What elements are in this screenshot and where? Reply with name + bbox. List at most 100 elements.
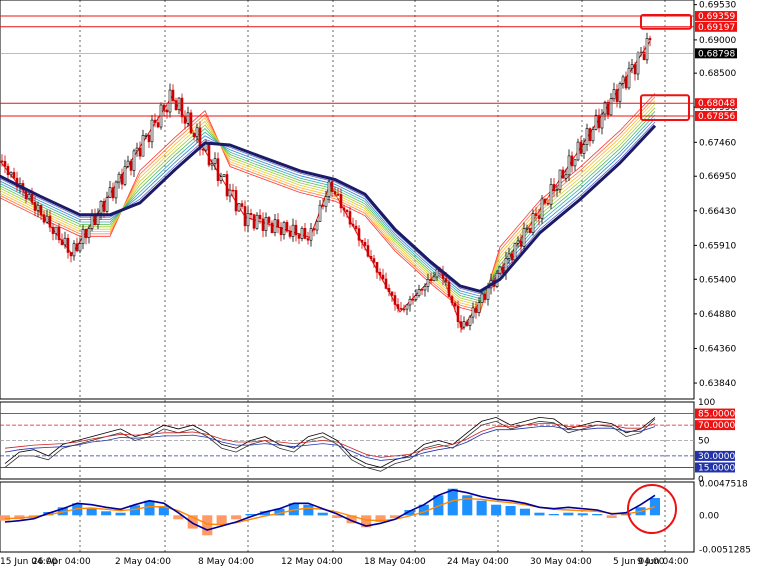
- histogram-bar: [534, 512, 545, 516]
- histogram-bar: [592, 514, 603, 516]
- candle-body: [618, 83, 622, 102]
- candle-body: [258, 214, 262, 220]
- candle-body: [0, 160, 4, 163]
- candle-body: [528, 227, 532, 233]
- candle-body: [468, 316, 472, 327]
- candle-body: [585, 128, 589, 146]
- candle-body: [66, 237, 70, 253]
- candle-body: [417, 288, 421, 296]
- candle-body: [426, 278, 430, 287]
- candle-body: [333, 191, 337, 195]
- candle-body: [126, 160, 130, 167]
- candle-body: [522, 228, 526, 247]
- candle-body: [84, 229, 88, 239]
- candle-body: [213, 158, 217, 164]
- candle-body: [60, 239, 64, 246]
- candle-body: [48, 215, 52, 228]
- candle-body: [225, 174, 229, 197]
- ma-ribbon-line: [0, 93, 656, 314]
- candle-body: [552, 184, 556, 191]
- time-axis-label: 12 May 04:00: [281, 557, 343, 567]
- candle-body: [480, 293, 484, 303]
- time-axis-label: 2 May 04:00: [115, 557, 171, 567]
- histogram-bar: [519, 508, 530, 516]
- candle-body: [63, 237, 67, 246]
- candle-body: [621, 76, 625, 84]
- rsi-line: [4, 418, 656, 472]
- oscillator-axis-label: 0.0047518: [699, 480, 748, 490]
- candle-body: [207, 142, 211, 166]
- candle-body: [525, 227, 529, 230]
- candle-body: [252, 214, 256, 229]
- candle-body: [627, 67, 631, 89]
- candle-body: [408, 298, 412, 306]
- candle-body: [231, 189, 235, 192]
- candle-body: [270, 222, 274, 234]
- candle-body: [33, 202, 37, 211]
- candle-body: [315, 221, 319, 231]
- price-axis-label: 0.65400: [699, 275, 736, 285]
- level-label: 0.68048: [698, 99, 735, 109]
- rsi-axis-label: 70.0000: [698, 421, 735, 431]
- time-axis-label: 15 Jun 04:00: [0, 557, 57, 567]
- candle-body: [249, 213, 253, 216]
- histogram-bar: [548, 514, 559, 516]
- oscillator-panel[interactable]: [0, 484, 677, 536]
- candle-body: [81, 229, 85, 245]
- candle-body: [399, 308, 403, 310]
- candle-body: [234, 190, 238, 212]
- candle-body: [360, 239, 364, 243]
- rsi-axis-label: 30.0000: [698, 452, 735, 462]
- candle-body: [462, 321, 466, 328]
- candle-body: [99, 201, 103, 214]
- histogram-bar: [231, 515, 242, 520]
- candle-body: [192, 132, 196, 138]
- histogram-bar: [101, 511, 112, 516]
- candle-body: [633, 64, 637, 75]
- candle-body: [285, 222, 289, 232]
- candle-body: [264, 217, 268, 231]
- candle-body: [423, 285, 427, 291]
- candle-body: [255, 214, 259, 229]
- candle-body: [483, 293, 487, 300]
- candle-body: [531, 213, 535, 233]
- candle-body: [312, 228, 316, 231]
- price-panel[interactable]: [0, 14, 694, 333]
- candle-body: [45, 215, 49, 223]
- candle-body: [219, 176, 223, 181]
- rsi-panel[interactable]: [0, 413, 694, 472]
- candle-body: [549, 184, 553, 205]
- candle-body: [279, 226, 283, 235]
- candle-body: [393, 295, 397, 305]
- histogram-bar: [86, 508, 97, 516]
- chart-canvas[interactable]: 0.695300.690000.685000.679900.674600.669…: [0, 0, 770, 570]
- rsi-axis-label: 100: [698, 398, 715, 408]
- candle-body: [351, 223, 355, 227]
- candle-body: [129, 160, 133, 171]
- candle-body: [405, 304, 409, 310]
- candle-body: [144, 135, 148, 137]
- candle-body: [222, 174, 226, 178]
- candle-body: [507, 253, 511, 259]
- price-axis-label: 0.66430: [699, 207, 736, 217]
- candle-body: [567, 155, 571, 176]
- candle-body: [594, 114, 598, 130]
- candle-body: [123, 166, 127, 185]
- candle-body: [558, 169, 562, 190]
- trading-chart[interactable]: 0.695300.690000.685000.679900.674600.669…: [0, 0, 770, 570]
- candle-body: [267, 217, 271, 224]
- ma-ribbon-line: [0, 107, 656, 304]
- candle-body: [342, 207, 346, 211]
- rsi-axis-label: 15.0000: [698, 463, 735, 473]
- rsi-axis-label: 85.0000: [698, 410, 735, 420]
- candle-body: [120, 173, 124, 185]
- candle-body: [561, 169, 565, 179]
- time-axis-label: 9 Jun 04:00: [637, 557, 689, 567]
- histogram-bar: [202, 515, 213, 536]
- candle-body: [102, 201, 106, 212]
- candle-body: [42, 214, 46, 223]
- candle-body: [114, 181, 118, 199]
- candle-body: [39, 204, 43, 215]
- candle-body: [54, 226, 58, 234]
- candle-body: [459, 321, 463, 328]
